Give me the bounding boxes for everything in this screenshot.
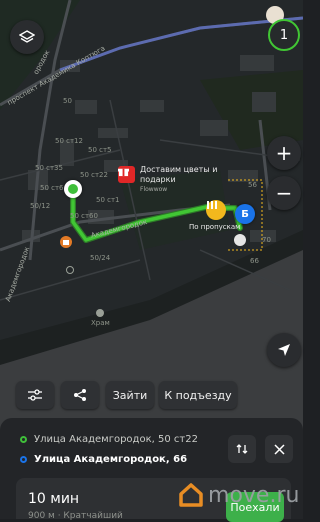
house-number: 50 ст35 [35,164,63,172]
house-number: 50 [63,97,72,105]
close-icon [273,443,285,455]
house-number: 70 [262,236,271,244]
house-number: 50 ст5 [88,146,112,154]
poi-title-2: подарки [140,175,176,184]
route-from[interactable]: Улица Академгородок, 50 ст22 [20,434,198,445]
zoom-in-button[interactable]: + [267,136,301,170]
my-location-button[interactable] [267,333,301,367]
house-number: 50 ст12 [55,137,83,145]
layers-icon [19,30,35,43]
house-number: 66 [250,257,259,265]
finish-marker[interactable]: Б [235,204,255,224]
move-ru-watermark: m ove.ru [178,480,299,510]
house-logo-icon [179,483,203,507]
route-to-text: Улица Академгородок, 66 [34,454,188,465]
walk-icon [234,234,246,246]
poi-label[interactable]: Доставим цветы и подарки Flowwow [140,165,250,195]
swap-button[interactable] [228,435,256,463]
house-number: 50 ст22 [80,171,108,179]
poi-title: Доставим цветы и [140,165,218,174]
enter-building-button[interactable]: Зайти [106,381,154,409]
shop-icon[interactable] [60,236,72,248]
navigation-arrow-icon [278,344,290,356]
profile-count-badge[interactable]: 1 [268,19,300,51]
house-number: 50 ст1 [96,196,120,204]
barrier-icon[interactable] [206,200,226,220]
watermark-text-b: ove.ru [229,482,300,508]
route-settings-button[interactable] [16,381,54,409]
house-number: 50/12 [30,202,51,210]
start-marker[interactable] [64,180,82,198]
watermark-text-a: m [208,482,230,508]
close-button[interactable] [265,435,293,463]
poi-subtitle: Flowwow [140,186,168,193]
swap-icon [236,444,248,454]
route-from-text: Улица Академгородок, 50 ст22 [34,434,198,445]
layers-button[interactable] [10,20,44,54]
share-button[interactable] [61,381,99,409]
entrance-label: По пропускам [189,223,241,231]
church-icon [96,309,104,317]
house-number: 50 ст60 [70,212,98,220]
to-entrance-button[interactable]: К подъезду [159,381,237,409]
share-icon [74,389,86,401]
church-label: Храм [91,319,110,327]
route-duration: 10 мин [28,491,80,507]
from-dot-icon [20,436,27,443]
gift-icon[interactable] [118,166,135,183]
to-dot-icon [20,456,27,463]
house-number: 50 ст6 [40,184,64,192]
route-details: 900 м · Кратчайший [28,511,123,521]
sliders-icon [28,389,42,401]
route-to[interactable]: Улица Академгородок, 66 [20,454,187,465]
house-number: 50/24 [90,254,111,262]
zoom-out-button[interactable]: − [267,176,301,210]
pin-icon [66,266,74,274]
